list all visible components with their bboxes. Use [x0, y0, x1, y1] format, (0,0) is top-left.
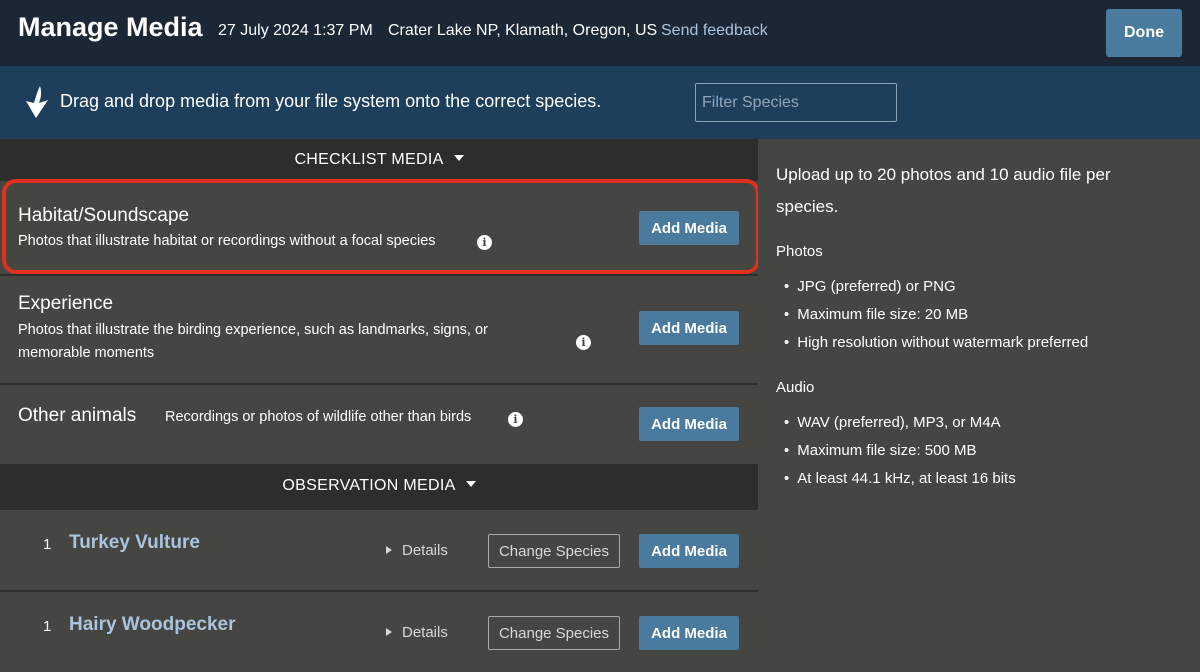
done-button[interactable]: Done	[1106, 9, 1182, 57]
audio-requirement: WAV (preferred), MP3, or M4A	[784, 414, 1000, 431]
row-title: Other animals	[18, 405, 137, 426]
upload-info-panel: Upload up to 20 photos and 10 audio file…	[758, 139, 1200, 672]
add-media-button[interactable]: Add Media	[639, 407, 739, 441]
row-description: Photos that illustrate the birding exper…	[18, 322, 488, 361]
upload-limits-text: Upload up to 20 photos and 10 audio file…	[776, 165, 1111, 216]
audio-requirement: Maximum file size: 500 MB	[784, 442, 976, 459]
species-name-link[interactable]: Turkey Vulture	[69, 532, 200, 554]
observation-row: 1 Hairy Woodpecker Details Change Specie…	[0, 592, 758, 672]
row-description: Photos that illustrate habitat or record…	[18, 233, 436, 249]
checklist-media-label: CHECKLIST MEDIA	[294, 151, 444, 168]
app-header: Manage Media 27 July 2024 1:37 PM Crater…	[0, 0, 1200, 66]
caret-down-icon	[453, 154, 464, 161]
filter-species-input[interactable]	[695, 83, 897, 122]
audio-requirement: At least 44.1 kHz, at least 16 bits	[784, 470, 1015, 487]
photo-requirement: High resolution without watermark prefer…	[784, 334, 1088, 351]
info-icon[interactable]: i	[576, 335, 591, 350]
checklist-media-header[interactable]: CHECKLIST MEDIA	[0, 139, 758, 181]
page-title: Manage Media	[18, 12, 203, 42]
change-species-button[interactable]: Change Species	[488, 534, 620, 568]
other-animals-row: Other animals Recordings or photos of wi…	[0, 385, 758, 465]
drag-drop-bar: Drag and drop media from your file syste…	[0, 66, 1200, 139]
caret-down-icon	[465, 480, 476, 487]
details-toggle[interactable]: Details	[386, 624, 448, 641]
info-icon[interactable]: i	[477, 235, 492, 250]
photo-requirement: Maximum file size: 20 MB	[784, 306, 968, 323]
add-media-button[interactable]: Add Media	[639, 616, 739, 650]
add-media-button[interactable]: Add Media	[639, 211, 739, 245]
add-media-button[interactable]: Add Media	[639, 534, 739, 568]
observation-count: 1	[43, 536, 52, 553]
photo-requirement: JPG (preferred) or PNG	[784, 278, 955, 295]
info-icon[interactable]: i	[508, 412, 523, 427]
observation-count: 1	[43, 618, 52, 635]
disclosure-triangle-icon	[386, 628, 392, 637]
observation-media-header[interactable]: OBSERVATION MEDIA	[0, 465, 758, 507]
row-title: Habitat/Soundscape	[18, 205, 190, 226]
habitat-soundscape-row: Habitat/Soundscape Photos that illustrat…	[0, 181, 758, 275]
disclosure-triangle-icon	[386, 546, 392, 555]
drag-drop-instructions: Drag and drop media from your file syste…	[60, 91, 602, 111]
send-feedback-link[interactable]: Send feedback	[661, 22, 768, 40]
add-media-button[interactable]: Add Media	[639, 311, 739, 345]
experience-row: Experience Photos that illustrate the bi…	[0, 276, 758, 384]
row-description: Recordings or photos of wildlife other t…	[165, 409, 472, 425]
details-label: Details	[402, 542, 448, 559]
change-species-button[interactable]: Change Species	[488, 616, 620, 650]
details-label: Details	[402, 624, 448, 641]
observation-media-label: OBSERVATION MEDIA	[282, 477, 456, 494]
checklist-location: Crater Lake NP, Klamath, Oregon, US	[388, 22, 658, 39]
details-toggle[interactable]: Details	[386, 542, 448, 559]
checklist-date: 27 July 2024 1:37 PM	[218, 22, 373, 39]
photos-heading: Photos	[776, 243, 823, 260]
observation-row: 1 Turkey Vulture Details Change Species …	[0, 510, 758, 591]
species-name-link[interactable]: Hairy Woodpecker	[69, 614, 235, 636]
row-title: Experience	[18, 293, 114, 314]
download-arrow-icon	[26, 86, 48, 118]
audio-heading: Audio	[776, 379, 815, 396]
